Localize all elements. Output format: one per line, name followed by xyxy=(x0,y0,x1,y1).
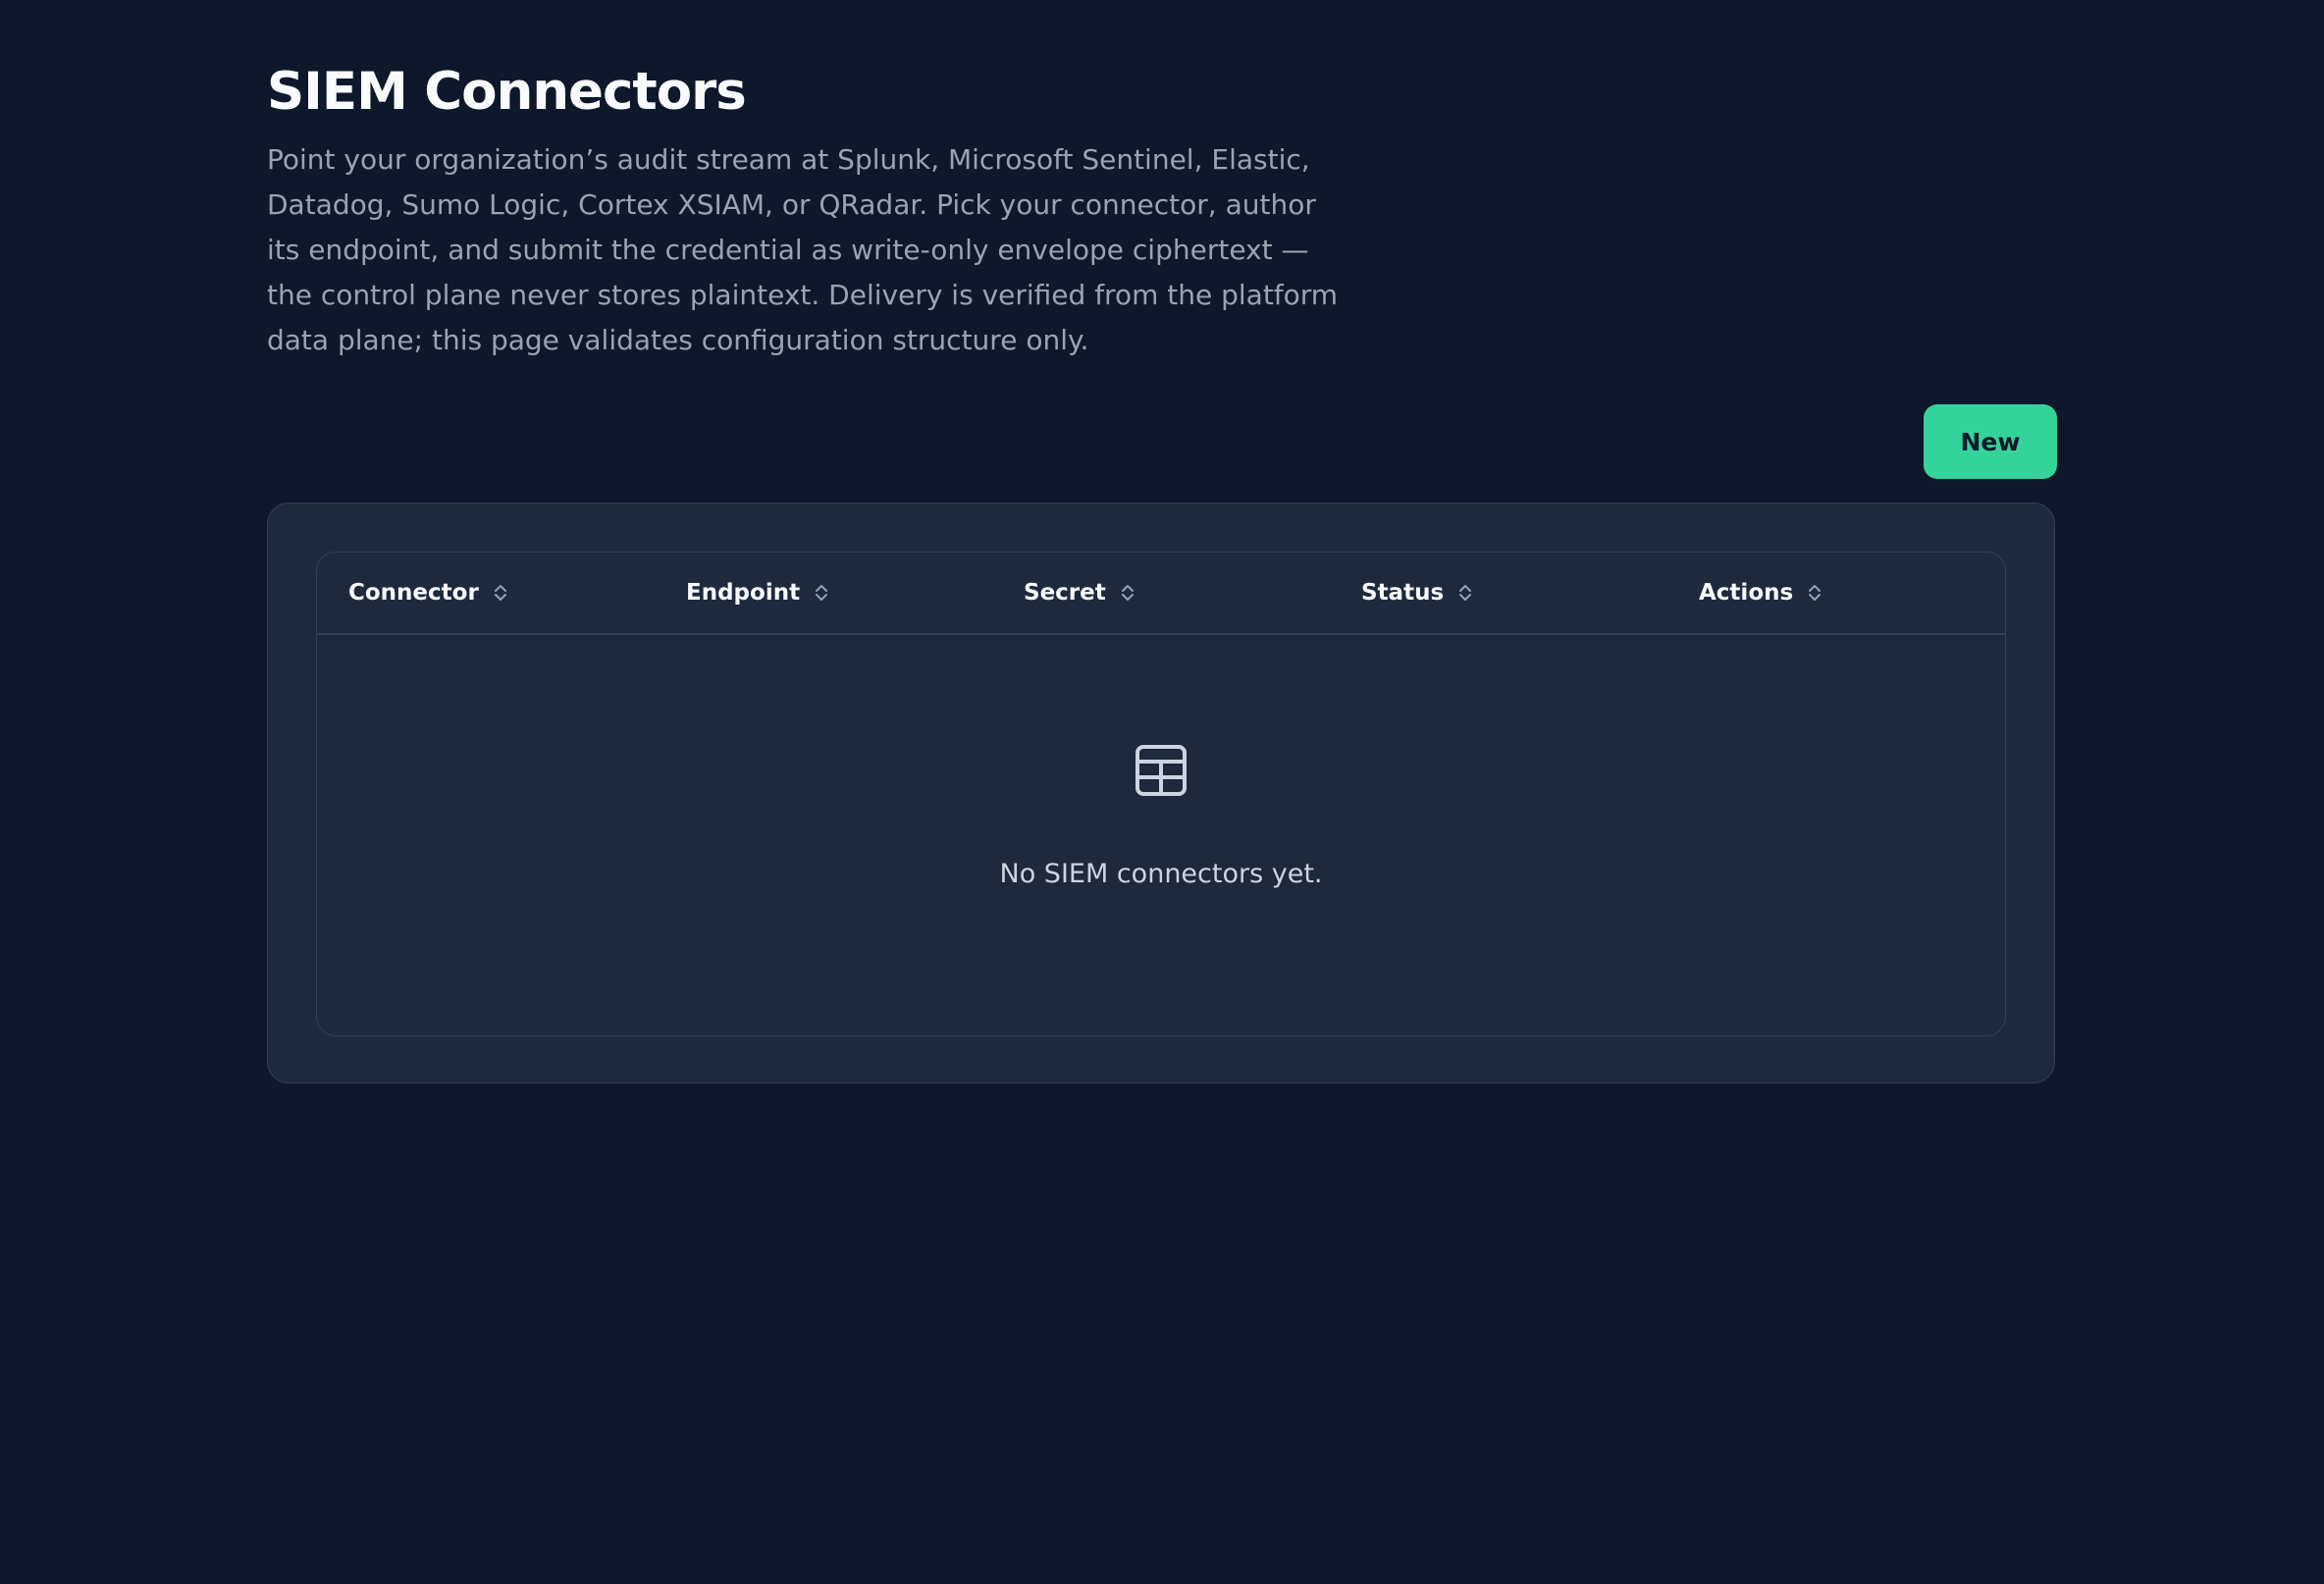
empty-state: No SIEM connectors yet. xyxy=(317,633,2005,1035)
connectors-table: Connector Endpoint Secret Status Actions… xyxy=(316,552,2006,1036)
sort-icon xyxy=(1809,585,1822,601)
page-title: SIEM Connectors xyxy=(267,62,747,122)
column-header-connector[interactable]: Connector xyxy=(348,553,508,633)
column-label: Endpoint xyxy=(686,580,801,606)
table-icon xyxy=(1136,745,1187,796)
page-description: Point your organization’s audit stream a… xyxy=(267,143,1339,356)
toolbar: New xyxy=(267,404,2057,479)
column-label: Secret xyxy=(1024,580,1106,606)
sort-icon xyxy=(1121,585,1134,601)
sort-icon xyxy=(494,585,506,601)
connectors-card: Connector Endpoint Secret Status Actions… xyxy=(267,502,2055,1083)
sort-icon xyxy=(816,585,828,601)
column-label: Connector xyxy=(348,580,479,606)
column-header-secret[interactable]: Secret xyxy=(1024,553,1136,633)
empty-state-message: No SIEM connectors yet. xyxy=(999,859,1323,889)
column-header-actions[interactable]: Actions xyxy=(1699,553,1822,633)
column-header-endpoint[interactable]: Endpoint xyxy=(686,553,829,633)
column-label: Status xyxy=(1361,580,1445,606)
siem-connectors-page: SIEM Connectors Point your organization’… xyxy=(0,0,2324,1584)
column-label: Actions xyxy=(1699,580,1794,606)
sort-icon xyxy=(1459,585,1472,601)
main-content: SIEM Connectors Point your organization’… xyxy=(267,61,2057,1083)
table-header: Connector Endpoint Secret Status Actions xyxy=(317,553,2005,635)
new-button[interactable]: New xyxy=(1924,404,2057,479)
column-header-status[interactable]: Status xyxy=(1361,553,1473,633)
